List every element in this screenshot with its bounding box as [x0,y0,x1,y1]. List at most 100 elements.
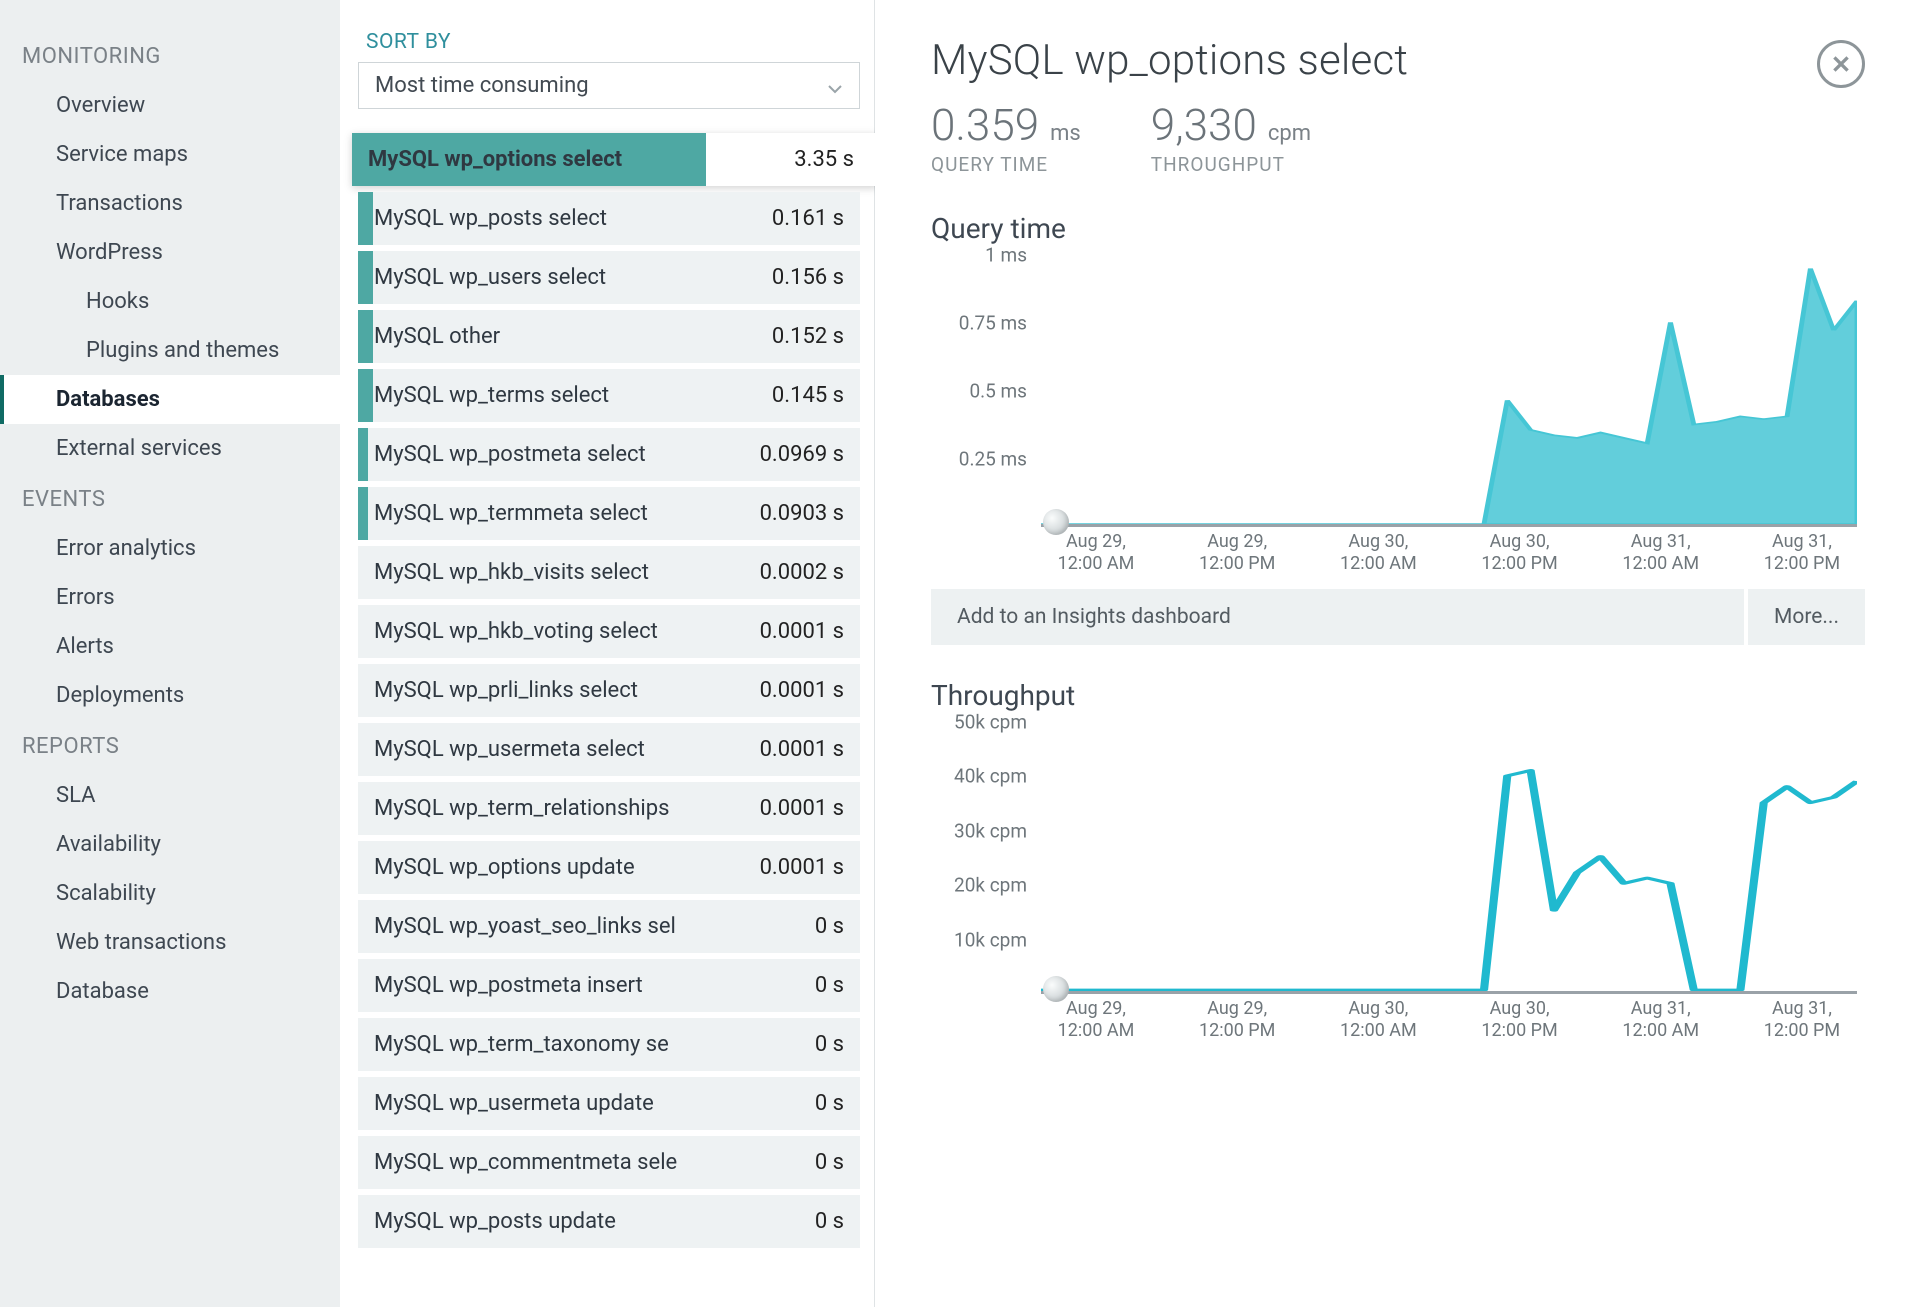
throughput-chart-title: Throughput [931,679,1865,712]
query-row-label: MySQL wp_hkb_visits select [374,560,649,585]
chart-xtick: Aug 30,12:00 AM [1323,998,1433,1042]
query-row[interactable]: MySQL wp_term_relationships0.0001 s [358,782,860,835]
metric-throughput: 9,330 cpm THROUGHPUT [1151,99,1311,176]
query-row-value: 0.0001 s [760,737,844,762]
query-row-label: MySQL wp_hkb_voting select [374,619,658,644]
sidebar-item-wordpress[interactable]: WordPress [0,228,340,277]
query-row[interactable]: MySQL wp_termmeta select 0.0903 s [358,487,860,540]
metric-throughput-value: 9,330 [1151,99,1257,151]
chart-xtick: Aug 31,12:00 PM [1747,531,1857,575]
chart-ytick: 0.25 ms [959,448,1027,471]
query-row-bar [358,310,373,363]
sidebar-item-hooks[interactable]: Hooks [0,277,340,326]
query-row-label: MySQL wp_terms select [374,383,609,408]
query-row-value: 0 s [815,1091,844,1116]
query-row-value: 0.0969 s [760,442,844,467]
query-row[interactable]: MySQL wp_term_taxonomy se 0 s [358,1018,860,1071]
sidebar-item-external-services[interactable]: External services [0,424,340,473]
sidebar-item-sla[interactable]: SLA [0,771,340,820]
chart-xtick: Aug 31,12:00 PM [1747,998,1857,1042]
sidebar-item-errors[interactable]: Errors [0,573,340,622]
query-row-value: 0.161 s [772,206,844,231]
query-row-value: 0.0001 s [760,678,844,703]
chevron-down-icon [827,78,843,94]
query-time-chart-title: Query time [931,212,1865,245]
chart-xtick: Aug 29,12:00 AM [1041,531,1151,575]
query-row[interactable]: MySQL wp_options update 0.0001 s [358,841,860,894]
query-row[interactable]: MySQL wp_options select 3.35 s [352,133,878,186]
detail-panel: MySQL wp_options select 0.359 ms QUERY T… [875,0,1905,1307]
query-row-value: 0.0001 s [760,619,844,644]
close-button[interactable] [1817,40,1865,88]
query-row[interactable]: MySQL wp_prli_links select 0.0001 s [358,664,860,717]
sidebar-item-databases[interactable]: Databases [0,375,340,424]
sidebar-group-title: EVENTS [0,473,340,524]
query-row-bar [358,487,368,540]
query-row[interactable]: MySQL wp_commentmeta sele0 s [358,1136,860,1189]
query-row-label: MySQL wp_term_relationships [374,796,669,821]
sidebar-item-transactions[interactable]: Transactions [0,179,340,228]
query-row-value: 0.0001 s [760,855,844,880]
chart-xtick: Aug 30,12:00 PM [1465,998,1575,1042]
query-row-label: MySQL wp_options update [374,855,635,880]
query-row[interactable]: MySQL wp_usermeta update 0 s [358,1077,860,1130]
query-row[interactable]: MySQL wp_yoast_seo_links sel 0 s [358,900,860,953]
query-row[interactable]: MySQL wp_hkb_visits select0.0002 s [358,546,860,599]
query-row-value: 0 s [815,1032,844,1057]
sidebar-item-overview[interactable]: Overview [0,81,340,130]
query-row-label: MySQL wp_usermeta update [374,1091,654,1116]
add-to-insights-button[interactable]: Add to an Insights dashboard [931,589,1744,645]
query-row-value: 0.152 s [772,324,844,349]
insights-more-button[interactable]: More... [1748,589,1865,645]
sidebar-group-title: MONITORING [0,30,340,81]
query-row-value: 3.35 s [794,147,854,172]
query-row-value: 0 s [815,914,844,939]
metric-throughput-label: THROUGHPUT [1151,153,1311,176]
query-row-value: 0.0903 s [760,501,844,526]
sidebar-group-title: REPORTS [0,720,340,771]
query-row-label: MySQL wp_termmeta select [374,501,648,526]
query-row[interactable]: MySQL wp_hkb_voting select 0.0001 s [358,605,860,658]
sidebar-item-error-analytics[interactable]: Error analytics [0,524,340,573]
query-row-label: MySQL wp_options select [368,147,622,172]
chart-ytick: 40k cpm [954,765,1027,788]
query-row-label: MySQL wp_postmeta insert [374,973,643,998]
sidebar-item-web-transactions[interactable]: Web transactions [0,918,340,967]
query-row[interactable]: MySQL other 0.152 s [358,310,860,363]
query-row-label: MySQL wp_commentmeta sele [374,1150,677,1175]
sidebar-item-service-maps[interactable]: Service maps [0,130,340,179]
query-row-label: MySQL wp_yoast_seo_links sel [374,914,676,939]
query-row-label: MySQL wp_postmeta select [374,442,646,467]
sidebar-item-scalability[interactable]: Scalability [0,869,340,918]
query-row[interactable]: MySQL wp_postmeta select 0.0969 s [358,428,860,481]
query-row-bar [358,369,373,422]
sidebar: MONITORINGOverviewService mapsTransactio… [0,0,340,1307]
sort-by-select[interactable]: Most time consuming [358,62,860,109]
metric-query-time-unit: ms [1050,121,1081,146]
sidebar-item-database[interactable]: Database [0,967,340,1016]
chart-xtick: Aug 29,12:00 PM [1182,998,1292,1042]
detail-title: MySQL wp_options select [931,36,1865,85]
metric-query-time-label: QUERY TIME [931,153,1081,176]
chart-xtick: Aug 29,12:00 AM [1041,998,1151,1042]
sidebar-item-deployments[interactable]: Deployments [0,671,340,720]
chart-ytick: 1 ms [985,244,1027,267]
sort-by-label: SORT BY [358,30,860,54]
query-row[interactable]: MySQL wp_users select0.156 s [358,251,860,304]
query-row[interactable]: MySQL wp_terms select0.145 s [358,369,860,422]
metric-query-time-value: 0.359 [931,99,1039,151]
query-row-label: MySQL other [374,324,500,349]
query-row-value: 0 s [815,1209,844,1234]
sidebar-item-plugins-and-themes[interactable]: Plugins and themes [0,326,340,375]
sidebar-item-alerts[interactable]: Alerts [0,622,340,671]
query-row[interactable]: MySQL wp_posts select0.161 s [358,192,860,245]
query-row[interactable]: MySQL wp_posts update0 s [358,1195,860,1248]
query-row[interactable]: MySQL wp_postmeta insert0 s [358,959,860,1012]
query-row-bar [358,428,368,481]
query-time-chart: 1 ms0.75 ms0.5 ms0.25 ms Aug 29,12:00 AM… [931,255,1865,575]
query-row-label: MySQL wp_term_taxonomy se [374,1032,669,1057]
query-row-label: MySQL wp_usermeta select [374,737,645,762]
query-row[interactable]: MySQL wp_usermeta select 0.0001 s [358,723,860,776]
query-row-label: MySQL wp_prli_links select [374,678,638,703]
sidebar-item-availability[interactable]: Availability [0,820,340,869]
